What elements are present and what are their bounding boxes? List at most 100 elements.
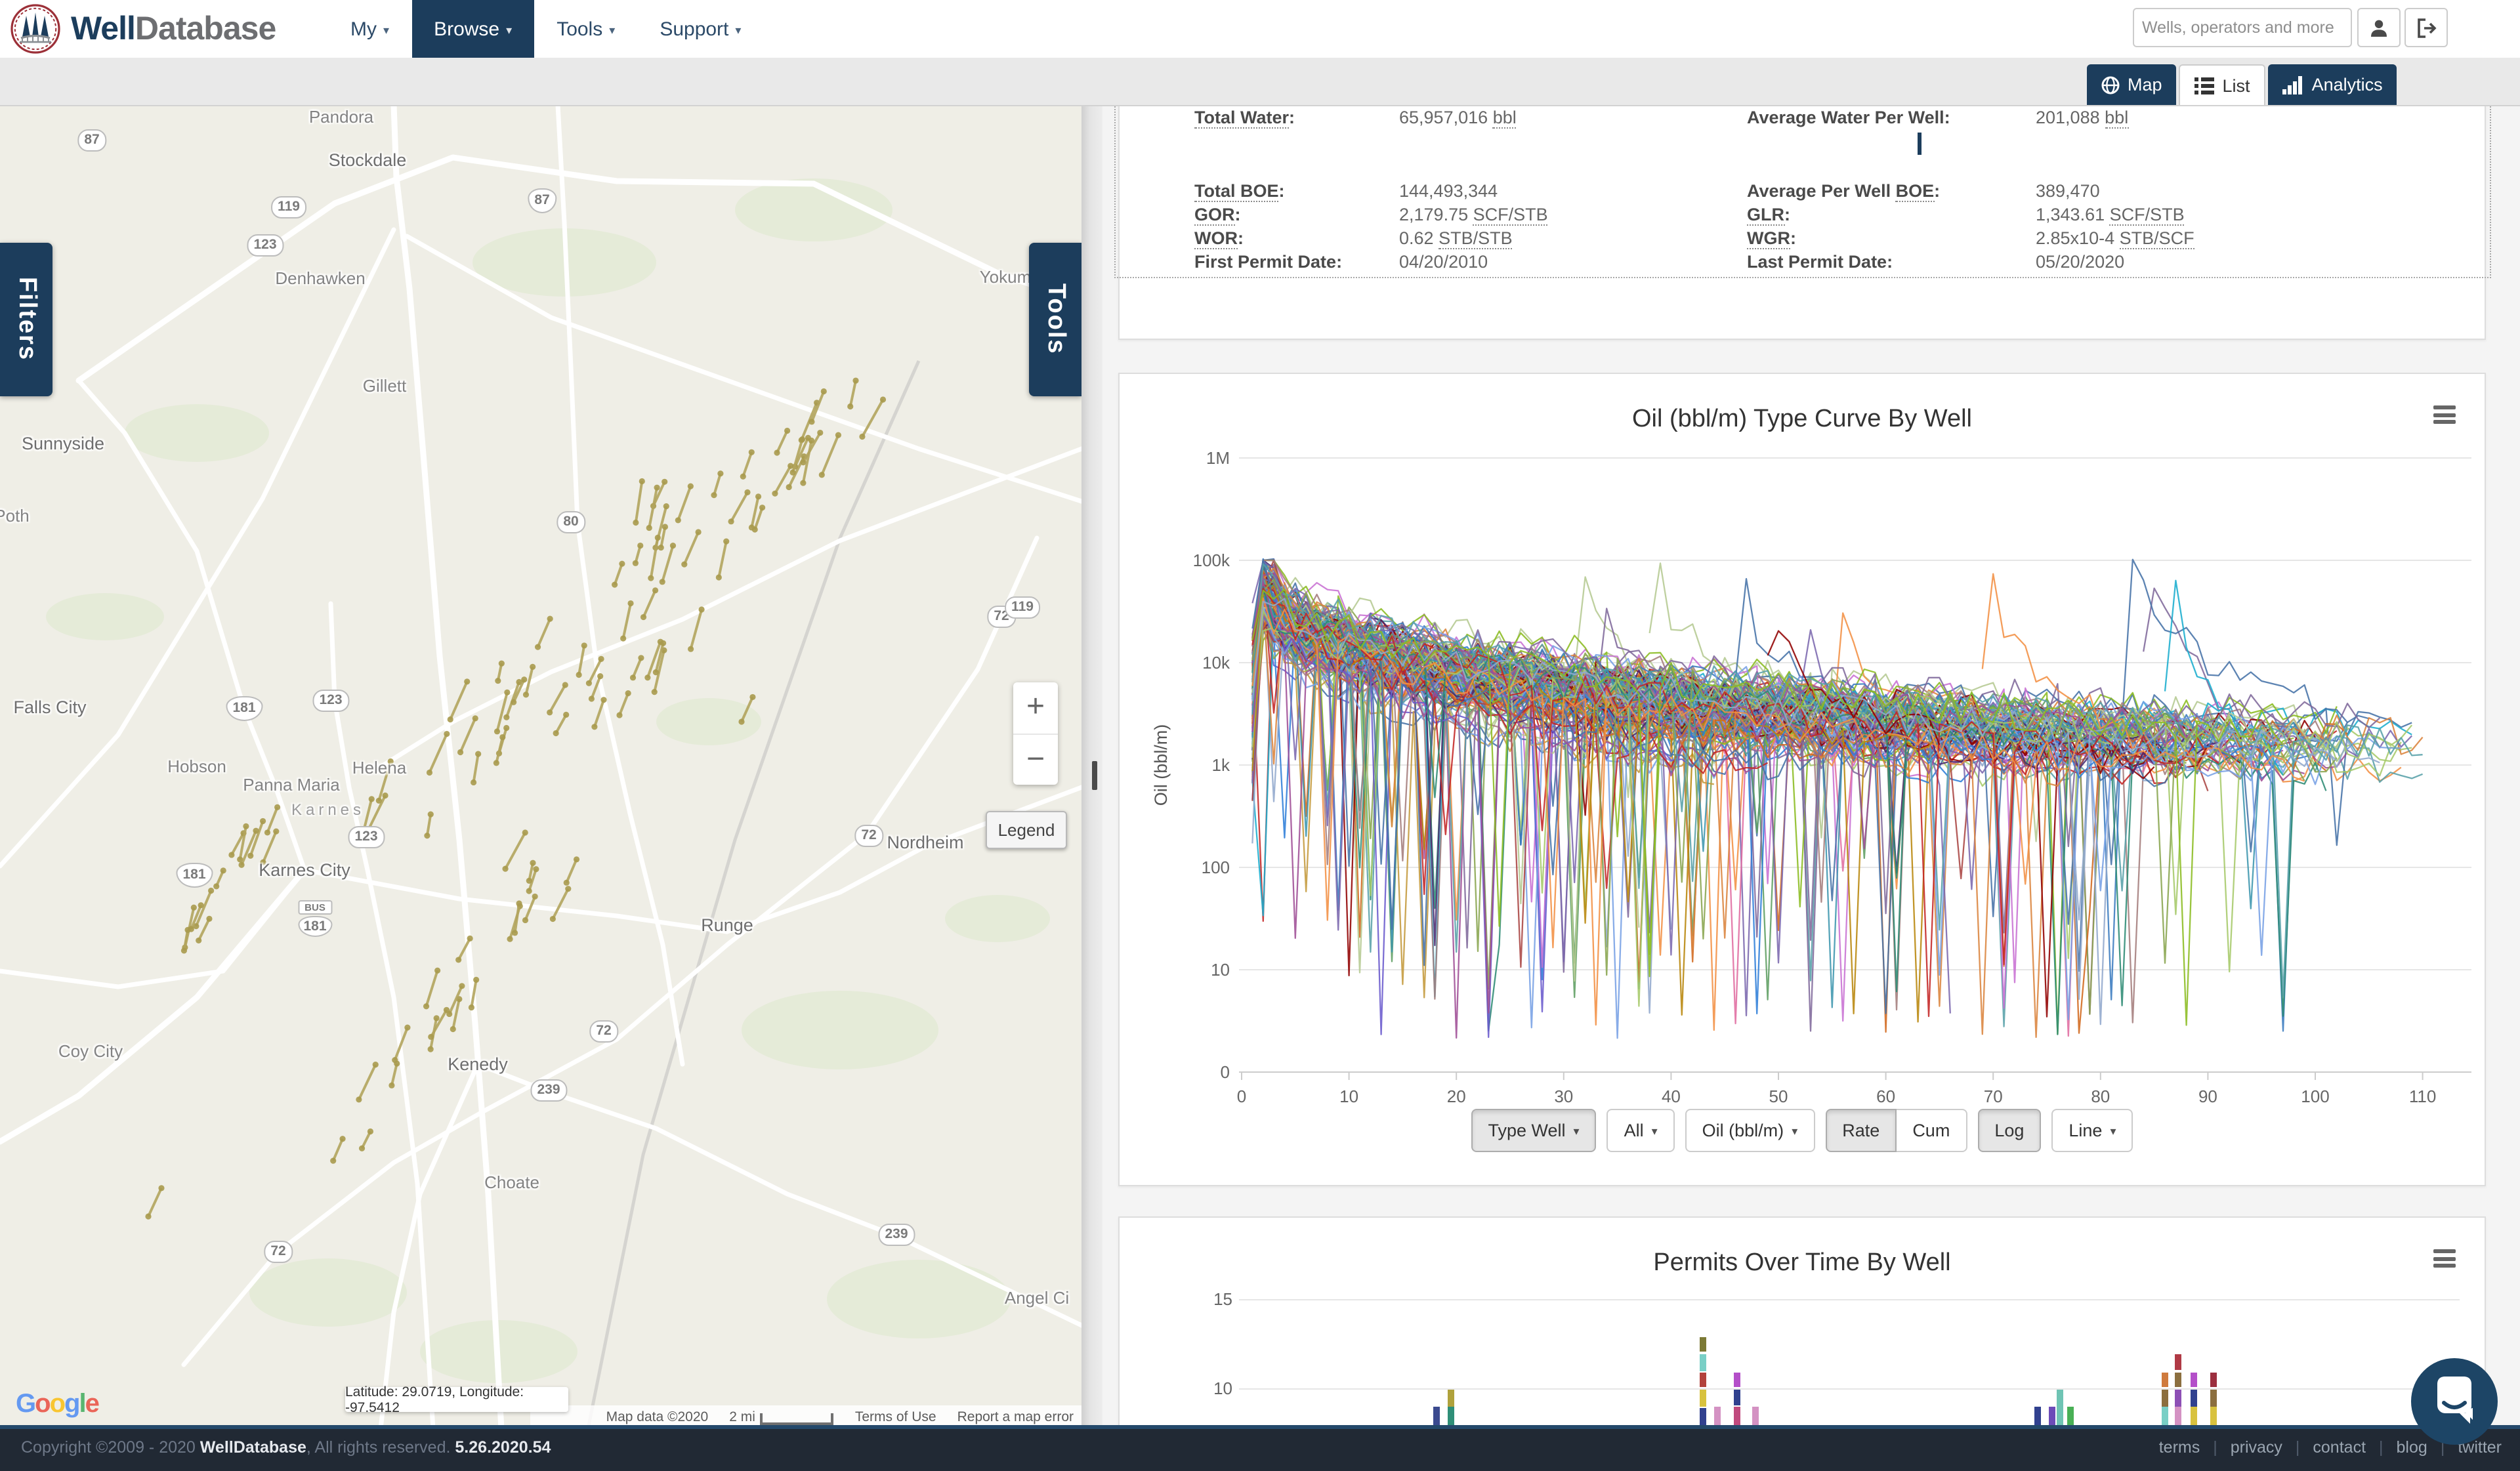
chart-control-rate[interactable]: Rate (1825, 1109, 1897, 1152)
chart-control-type-well[interactable]: Type Well▾ (1471, 1109, 1596, 1152)
footer-link-privacy[interactable]: privacy (2231, 1429, 2282, 1467)
chevron-down-icon: ▾ (1574, 1125, 1580, 1139)
stat-row-average-water-per-well: Average Water Per Well:201,088 bbl (1747, 108, 2298, 131)
sign-out-button[interactable] (2404, 8, 2448, 47)
permit-bar-segment[interactable] (1700, 1354, 1706, 1371)
svg-text:Oil (bbl/m): Oil (bbl/m) (1151, 724, 1171, 806)
type-curve-plot: 1M100k10k1k10010001020304050607080901001… (1120, 374, 2485, 1185)
permit-bar-segment[interactable] (2175, 1373, 2181, 1388)
permits-plot: 1510 (1120, 1218, 2485, 1429)
stat-row-total-boe: Total BOE:144,493,344 (1194, 181, 1746, 205)
permit-bar-segment[interactable] (1700, 1390, 1706, 1407)
analytics-panel[interactable]: Total Water:65,957,016 bblTotal BOE:144,… (1102, 105, 2520, 1429)
nav-item-browse[interactable]: Browse▾ (411, 0, 534, 58)
page-footer: Copyright ©2009 - 2020 WellDatabase, All… (0, 1425, 2520, 1471)
svg-text:100: 100 (1202, 858, 1230, 877)
list-icon (2195, 77, 2215, 94)
map-coordinates-readout: Latitude: 29.0719, Longitude: -97.5412 (345, 1387, 568, 1412)
globe-icon (2101, 75, 2120, 94)
svg-text:100: 100 (2301, 1087, 2329, 1106)
permit-bar-segment[interactable] (1700, 1373, 1706, 1388)
permits-ytick: 10 (1127, 1378, 1232, 1398)
chart-control-oil-bbl-m-[interactable]: Oil (bbl/m)▾ (1685, 1109, 1815, 1152)
chevron-down-icon: ▾ (609, 23, 615, 37)
mini-bar-indicator (1918, 133, 1922, 155)
map-data-credit: Map data ©2020 (606, 1409, 709, 1425)
stat-row-wgr: WGR:2.85x10-4 STB/SCF (1747, 228, 2298, 252)
nav-item-tools[interactable]: Tools▾ (534, 0, 637, 58)
map-scale-bar: 2 mi (729, 1409, 834, 1425)
user-account-button[interactable] (2357, 8, 2401, 47)
footer-separator: | (2213, 1429, 2217, 1467)
permits-gridline (1239, 1299, 2460, 1300)
nav-item-my[interactable]: My▾ (328, 0, 411, 58)
filters-tab[interactable]: Filters (0, 243, 52, 396)
user-icon (2369, 18, 2389, 37)
permits-card: Permits Over Time By Well 1510 (1118, 1216, 2486, 1429)
stat-row-first-permit-date: First Permit Date:04/20/2010 (1194, 252, 1746, 276)
permit-bar-segment[interactable] (2162, 1390, 2168, 1407)
permit-bar-segment[interactable] (2175, 1390, 2181, 1407)
list-view-button[interactable]: List (2179, 64, 2266, 105)
chart-control-cum[interactable]: Cum (1897, 1109, 1967, 1152)
svg-text:70: 70 (1984, 1087, 2003, 1106)
stat-row-last-permit-date: Last Permit Date:05/20/2020 (1747, 252, 2298, 276)
brand[interactable]: WellDatabase (10, 4, 276, 54)
tools-tab[interactable]: Tools (1029, 243, 1082, 396)
chevron-down-icon: ▾ (735, 23, 741, 37)
footer-separator: | (2296, 1429, 2300, 1467)
svg-text:60: 60 (1876, 1087, 1895, 1106)
global-search (2133, 8, 2352, 47)
top-navbar: WellDatabase My▾Browse▾Tools▾Support▾ (0, 0, 2520, 58)
footer-link-terms[interactable]: terms (2159, 1429, 2200, 1467)
chevron-down-icon: ▾ (506, 23, 512, 37)
svg-text:30: 30 (1554, 1087, 1573, 1106)
report-map-error-link[interactable]: Report a map error (957, 1409, 1074, 1425)
search-input[interactable] (2134, 18, 2361, 37)
svg-text:10: 10 (1211, 960, 1230, 980)
view-toolbar: Map List Analytics (0, 58, 2520, 106)
permit-bar-segment[interactable] (2191, 1390, 2197, 1407)
main-menu: My▾Browse▾Tools▾Support▾ (328, 0, 763, 58)
permit-bar-segment[interactable] (2175, 1354, 2181, 1369)
stat-row-wor: WOR:0.62 STB/STB (1194, 228, 1746, 252)
nav-item-support[interactable]: Support▾ (637, 0, 763, 58)
terms-of-use-link[interactable]: Terms of Use (855, 1409, 936, 1425)
map-zoom-control: + − (1013, 682, 1058, 785)
zoom-out-button[interactable]: − (1013, 734, 1058, 785)
permit-bar-segment[interactable] (1700, 1336, 1706, 1352)
map-view-button[interactable]: Map (2087, 64, 2177, 105)
legend-button[interactable]: Legend (986, 811, 1067, 849)
permit-bar-segment[interactable] (2210, 1373, 2217, 1388)
chat-launcher-button[interactable] (2411, 1358, 2498, 1445)
resizer-handle-icon (1092, 761, 1097, 790)
chart-control-line[interactable]: Line▾ (2051, 1109, 2133, 1152)
map-pane[interactable]: PandoraStockdaleDenhawkenWilsonSunnyside… (0, 105, 1082, 1429)
footer-link-contact[interactable]: contact (2313, 1429, 2366, 1467)
permit-bar-segment[interactable] (1734, 1373, 1740, 1388)
chevron-down-icon: ▾ (1792, 1125, 1797, 1139)
svg-text:90: 90 (2198, 1087, 2217, 1106)
welldatabase-logo-icon (10, 4, 60, 54)
chart-control-all[interactable]: All▾ (1607, 1109, 1675, 1152)
permit-bar-segment[interactable] (2191, 1373, 2197, 1388)
summary-stats-card: Total Water:65,957,016 bblTotal BOE:144,… (1118, 105, 2486, 340)
permit-bar-segment[interactable] (2057, 1390, 2063, 1407)
permit-bar-segment[interactable] (2162, 1373, 2168, 1388)
svg-text:20: 20 (1447, 1087, 1466, 1106)
zoom-in-button[interactable]: + (1013, 682, 1058, 734)
stat-row-gor: GOR:2,179.75 SCF/STB (1194, 205, 1746, 228)
permit-bar-segment[interactable] (1734, 1390, 1740, 1406)
permit-bar-segment[interactable] (1448, 1390, 1454, 1407)
rate-cum-toggle: RateCum (1825, 1109, 1967, 1152)
view-toggle-group: Map List Analytics (2087, 64, 2397, 105)
stat-row-glr: GLR:1,343.61 SCF/STB (1747, 205, 2298, 228)
pane-resizer[interactable] (1082, 105, 1102, 1429)
permit-bar-segment[interactable] (2210, 1390, 2217, 1407)
type-curve-controls: Type Well▾ All▾Oil (bbl/m)▾RateCumLogLine… (1120, 1109, 2485, 1152)
analytics-view-button[interactable]: Analytics (2269, 64, 2397, 105)
chevron-down-icon: ▾ (2110, 1125, 2116, 1139)
map-canvas (0, 105, 1082, 1429)
chart-control-log[interactable]: Log (1977, 1109, 2041, 1152)
permits-gridline (1239, 1388, 2460, 1390)
